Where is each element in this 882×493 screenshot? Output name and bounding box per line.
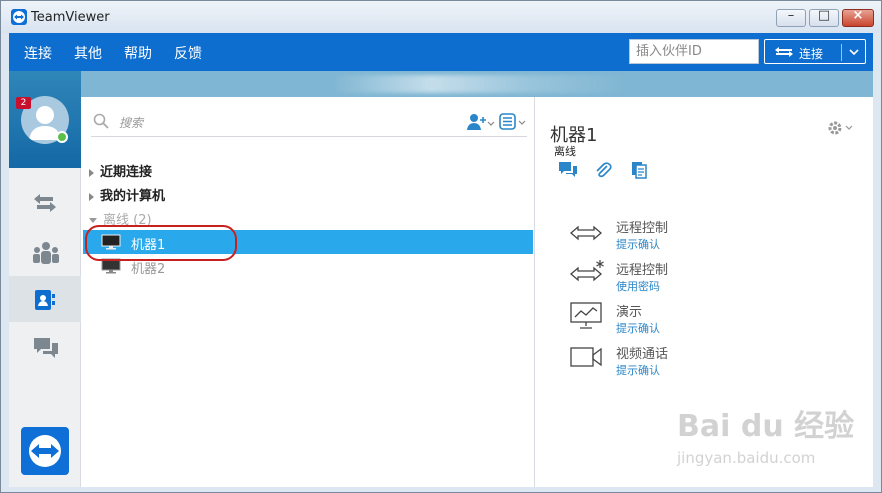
expand-arrow-icon: [89, 192, 94, 201]
list-view-icon[interactable]: [499, 113, 527, 131]
minimize-icon: –: [787, 8, 795, 23]
connect-button[interactable]: 连接: [764, 39, 866, 64]
connect-label: 连接: [799, 47, 824, 61]
collapse-arrow-icon: [89, 218, 97, 223]
action-remote-control-prompt[interactable]: 提示确认: [616, 236, 660, 252]
action-remote-control[interactable]: 远程控制: [616, 217, 668, 236]
connect-divider: [841, 44, 842, 61]
contacts-icon: [35, 290, 55, 310]
close-icon: ×: [852, 8, 864, 23]
add-contact-icon[interactable]: [467, 113, 495, 131]
online-status-icon: [56, 131, 68, 143]
action-presentation-prompt[interactable]: 提示确认: [616, 320, 660, 336]
window-title: TeamViewer: [31, 10, 110, 25]
files-icon[interactable]: [630, 161, 648, 179]
baidu-watermark: Bai du 经验 jingyan.baidu.com: [677, 401, 877, 481]
arrows-icon: [775, 47, 793, 57]
title-bar[interactable]: TeamViewer – □ ×: [1, 1, 881, 33]
remote-control-password-icon[interactable]: [570, 259, 606, 283]
search-icon: [93, 113, 109, 129]
minimize-button[interactable]: –: [776, 8, 806, 27]
watermark-url: jingyan.baidu.com: [677, 449, 816, 467]
video-call-icon[interactable]: [570, 347, 602, 367]
nav-computers-contacts[interactable]: [9, 276, 81, 322]
nav-meeting[interactable]: [9, 229, 81, 275]
action-remote-control-password[interactable]: 远程控制: [616, 259, 668, 278]
watermark-logo-text: Bai du 经验: [677, 409, 855, 444]
nav-chat[interactable]: [9, 324, 81, 370]
maximize-button[interactable]: □: [809, 8, 839, 27]
banner-blurred-text: [331, 75, 631, 93]
teamviewer-logo-icon: [11, 9, 27, 25]
gear-icon[interactable]: [826, 119, 854, 137]
action-video-call[interactable]: 视频通话: [616, 343, 668, 362]
remote-control-icon[interactable]: [570, 225, 602, 241]
computers-panel: 近期连接 我的计算机 离线 (2) 机器1 机器2: [81, 97, 535, 487]
menu-other[interactable]: 其他: [74, 43, 102, 63]
action-use-password[interactable]: 使用密码: [616, 278, 660, 294]
search-bar: [91, 109, 527, 137]
annotation-circle: [85, 225, 237, 261]
maximize-icon: □: [817, 8, 831, 23]
group-recent-connections[interactable]: 近期连接: [89, 161, 152, 180]
group-my-computers[interactable]: 我的计算机: [89, 185, 165, 204]
menu-feedback[interactable]: 反馈: [174, 43, 202, 63]
presentation-icon[interactable]: [570, 302, 602, 330]
meeting-icon: [33, 242, 59, 264]
chat-icon: [34, 338, 58, 358]
close-button[interactable]: ×: [842, 8, 874, 27]
teamviewer-window: TeamViewer – □ × 连接 其他 帮助 反馈 连接 2: [0, 0, 882, 493]
chevron-down-icon[interactable]: [849, 49, 859, 56]
profile-area: 2: [9, 71, 81, 168]
computer-status: 离线: [554, 145, 576, 158]
search-input[interactable]: [119, 113, 439, 133]
teamviewer-brand-icon[interactable]: [21, 427, 69, 475]
partner-id-input[interactable]: [629, 39, 759, 64]
sidebar: 2: [9, 71, 81, 487]
menu-connect[interactable]: 连接: [24, 43, 52, 63]
menu-help[interactable]: 帮助: [124, 43, 152, 63]
chat-icon[interactable]: [558, 161, 578, 179]
info-banner: [81, 71, 873, 97]
action-video-call-prompt[interactable]: 提示确认: [616, 362, 660, 378]
attachment-icon[interactable]: [594, 161, 612, 179]
remote-arrows-icon: [34, 194, 56, 212]
expand-arrow-icon: [89, 168, 94, 177]
notification-badge: 2: [16, 97, 31, 109]
nav-remote-control[interactable]: [9, 181, 81, 227]
action-presentation[interactable]: 演示: [616, 301, 642, 320]
menu-bar: 连接 其他 帮助 反馈 连接: [9, 33, 873, 71]
